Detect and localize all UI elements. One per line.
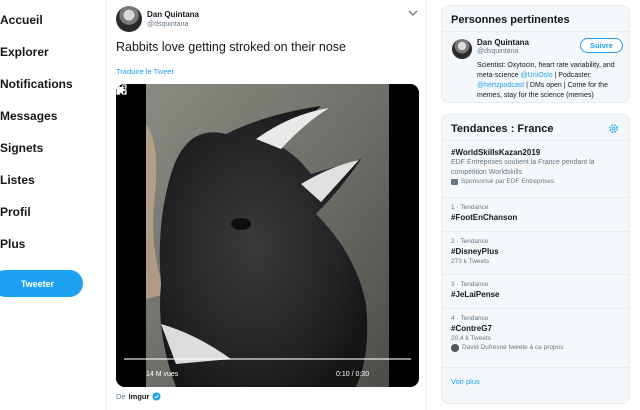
translate-tweet-link[interactable]: Traduire le Tweet <box>116 67 174 76</box>
nav-item-profil[interactable]: Profil <box>0 205 31 219</box>
trend-item[interactable]: 2 · Tendance #DisneyPlus 273 k Tweets <box>451 237 623 266</box>
video-views: 14 M vues <box>146 371 179 378</box>
nav-item-signets[interactable]: Signets <box>0 141 43 155</box>
trend-count: 273 k Tweets <box>451 258 490 265</box>
divider <box>442 274 629 275</box>
video-player[interactable]: 14 M vues 0:10 / 0:30 <box>116 84 419 387</box>
chevron-down-icon[interactable] <box>408 9 418 17</box>
trend-promoted: Sponsorisé par EDF Entreprises <box>451 177 623 186</box>
tweet-detail: Dan Quintana @dsquintana Rabbits love ge… <box>106 0 427 410</box>
trend-name: #DisneyPlus <box>451 247 499 256</box>
trend-meta: 2 · Tendance <box>451 238 489 245</box>
promoted-icon <box>451 178 458 185</box>
trend-context-text: David Dufresne tweete à ce propos <box>462 344 564 351</box>
trend-count: 20,4 k Tweets <box>451 335 491 342</box>
divider <box>442 197 629 198</box>
trends-panel: Tendances : France #WorldSkillsKazan2019… <box>441 114 630 404</box>
divider <box>442 231 629 232</box>
video-time: 0:10 / 0:30 <box>336 371 370 378</box>
nav-item-listes[interactable]: Listes <box>0 173 35 187</box>
trend-item[interactable]: 1 · Tendance #FootEnChanson <box>451 203 623 223</box>
bio-text: | Podcaster: <box>552 72 592 79</box>
bio-link-unioslo[interactable]: @UniOslo <box>521 72 553 79</box>
video-frame <box>116 84 419 387</box>
nav-item-messages[interactable]: Messages <box>0 109 57 123</box>
relevant-people-panel: Personnes pertinentes Dan Quintana @dsqu… <box>441 5 630 103</box>
trend-name: #ContreG7 <box>451 324 492 333</box>
source-name[interactable]: Imgur <box>129 392 150 401</box>
fullscreen-icon[interactable] <box>116 84 127 95</box>
divider <box>442 367 629 368</box>
person-bio: Scientist: Oxytocin, heart rate variabil… <box>477 61 627 101</box>
left-navigation: Accueil Explorer Notifications Messages … <box>0 0 100 410</box>
video-progress-bar[interactable] <box>124 358 411 360</box>
promoted-label: Sponsorisé par EDF Entreprises <box>461 178 555 185</box>
author-avatar[interactable] <box>116 6 142 32</box>
gear-icon[interactable] <box>608 123 619 134</box>
person-handle[interactable]: @dsquintana <box>477 48 518 55</box>
trend-name: #FootEnChanson <box>451 213 518 222</box>
trend-context: David Dufresne tweete à ce propos <box>451 343 623 352</box>
source-prefix: De <box>116 392 126 401</box>
panel-title: Personnes pertinentes <box>451 14 570 26</box>
trend-name: #JeLaiPense <box>451 290 500 299</box>
tweeter-avatar <box>451 343 459 352</box>
see-more-link[interactable]: Voir plus <box>451 377 480 386</box>
verified-badge-icon <box>152 392 161 401</box>
trend-item[interactable]: 4 · Tendance #ContreG7 20,4 k Tweets Dav… <box>451 314 623 352</box>
author-name[interactable]: Dan Quintana <box>147 10 199 19</box>
bio-link-hertzpodcast[interactable]: @hertzpodcast <box>477 82 524 89</box>
nav-item-accueil[interactable]: Accueil <box>0 13 43 27</box>
person-name[interactable]: Dan Quintana <box>477 38 529 47</box>
panel-title: Tendances : France <box>451 123 554 135</box>
trend-meta: 4 · Tendance <box>451 315 489 322</box>
trend-item[interactable]: #WorldSkillsKazan2019 EDF Entreprises so… <box>451 147 623 186</box>
divider <box>442 31 629 32</box>
trend-meta: 1 · Tendance <box>451 204 489 211</box>
nav-item-plus[interactable]: Plus <box>0 237 25 251</box>
divider <box>442 308 629 309</box>
trend-item[interactable]: 3 · Tendance #JeLaiPense <box>451 280 623 300</box>
author-handle[interactable]: @dsquintana <box>147 21 188 28</box>
tweet-button[interactable]: Tweeter <box>0 270 83 297</box>
nav-item-explorer[interactable]: Explorer <box>0 45 49 59</box>
trend-name: #WorldSkillsKazan2019 <box>451 148 541 157</box>
follow-button[interactable]: Suivre <box>580 38 623 53</box>
tweet-text: Rabbits love getting stroked on their no… <box>116 40 346 54</box>
video-source: De Imgur <box>116 392 161 401</box>
person-avatar[interactable] <box>452 39 472 59</box>
trend-meta: 3 · Tendance <box>451 281 489 288</box>
trend-description: EDF Entreprises soutient la France penda… <box>451 159 595 176</box>
nav-item-notifications[interactable]: Notifications <box>0 77 73 91</box>
divider <box>442 140 629 141</box>
